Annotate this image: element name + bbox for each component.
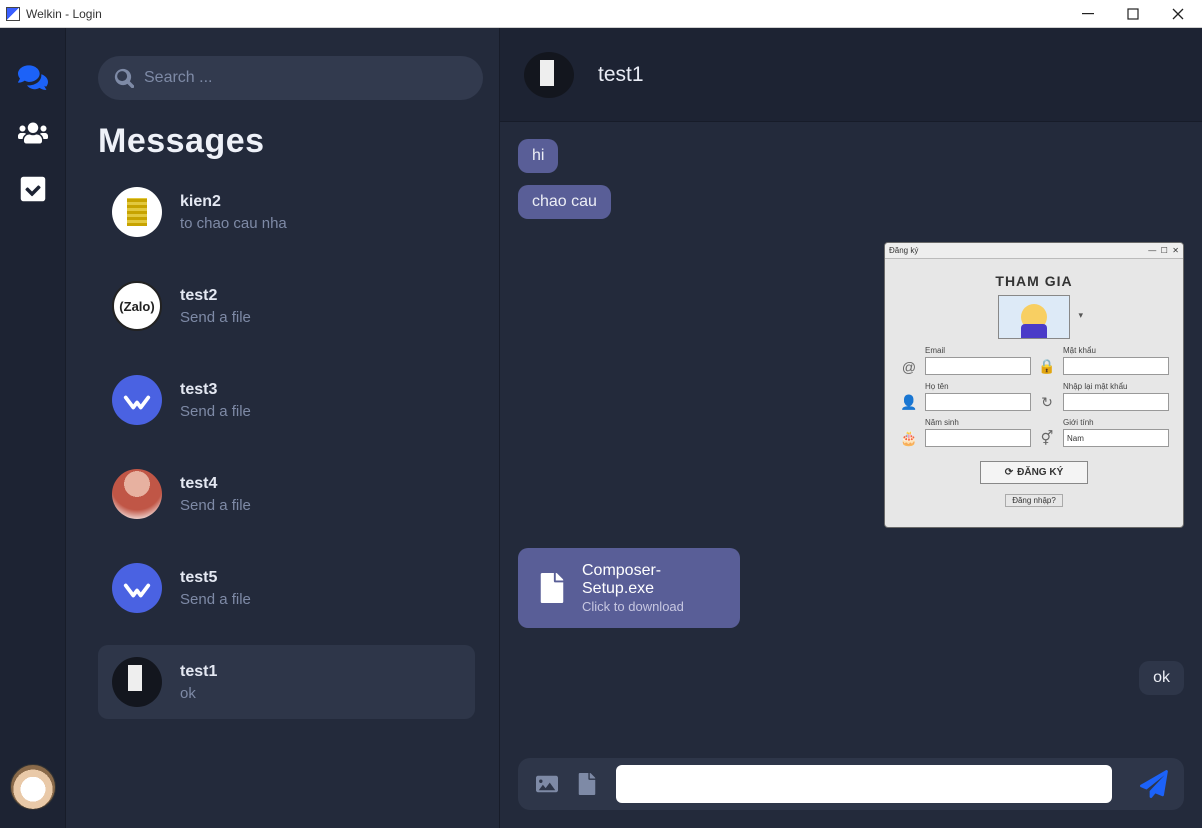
nav-contacts-icon[interactable] bbox=[16, 119, 50, 147]
embedded-avatar-picker bbox=[998, 295, 1070, 339]
window-maximize-button[interactable] bbox=[1110, 1, 1155, 27]
incoming-message: chao cau bbox=[518, 185, 611, 219]
conversations-panel: Messages kien2 to chao cau nha (Zalo) te… bbox=[65, 28, 499, 828]
conversation-preview: ok bbox=[180, 685, 217, 702]
window-close-button[interactable] bbox=[1155, 1, 1200, 27]
file-subtitle: Click to download bbox=[582, 599, 718, 614]
message-composer bbox=[518, 758, 1184, 810]
repeat-icon: ↻ bbox=[1037, 381, 1057, 411]
conversation-preview: to chao cau nha bbox=[180, 215, 287, 232]
avatar-icon bbox=[112, 657, 162, 707]
navigation-rail bbox=[0, 28, 65, 828]
conversation-name: test3 bbox=[180, 381, 251, 399]
app-icon bbox=[6, 7, 20, 21]
chat-messages[interactable]: hi chao cau Đăng ký — ☐ ✕ THAM GIA @ Ema… bbox=[500, 122, 1202, 746]
send-button[interactable] bbox=[1130, 764, 1178, 804]
message-input[interactable] bbox=[616, 765, 1112, 803]
avatar-icon bbox=[112, 375, 162, 425]
nav-tasks-icon[interactable] bbox=[16, 175, 50, 203]
conversation-list[interactable]: kien2 to chao cau nha (Zalo) test2 Send … bbox=[98, 175, 483, 814]
window-title: Welkin - Login bbox=[26, 7, 102, 21]
at-icon: @ bbox=[899, 345, 919, 375]
chat-header: test1 bbox=[500, 28, 1202, 122]
conversation-name: test2 bbox=[180, 287, 251, 305]
outgoing-message: ok bbox=[1139, 661, 1184, 695]
conversation-name: kien2 bbox=[180, 193, 287, 211]
file-icon bbox=[540, 573, 564, 603]
section-title: Messages bbox=[98, 122, 483, 161]
embedded-form-heading: THAM GIA bbox=[899, 273, 1169, 289]
attach-image-button[interactable] bbox=[536, 773, 558, 795]
search-box[interactable] bbox=[98, 56, 483, 100]
conversation-item[interactable]: test5 Send a file bbox=[98, 551, 475, 625]
window-minimize-button[interactable] bbox=[1065, 1, 1110, 27]
current-user-avatar[interactable] bbox=[10, 764, 56, 810]
embedded-login-link: Đăng nhập? bbox=[1005, 494, 1063, 507]
conversation-preview: Send a file bbox=[180, 403, 251, 420]
chat-contact-avatar[interactable] bbox=[524, 52, 574, 98]
conversation-item[interactable]: (Zalo) test2 Send a file bbox=[98, 269, 475, 343]
search-icon bbox=[114, 68, 134, 88]
send-icon bbox=[1140, 770, 1168, 798]
image-attachment[interactable]: Đăng ký — ☐ ✕ THAM GIA @ Email 🔒 Mật khẩ… bbox=[884, 242, 1184, 528]
file-name: Composer-Setup.exe bbox=[582, 562, 718, 598]
avatar-icon bbox=[112, 187, 162, 237]
nav-messages-icon[interactable] bbox=[16, 63, 50, 91]
chat-area: test1 hi chao cau Đăng ký — ☐ ✕ THAM GIA… bbox=[499, 28, 1202, 828]
window-titlebar: Welkin - Login bbox=[0, 0, 1202, 28]
avatar-icon bbox=[112, 563, 162, 613]
conversation-item[interactable]: test1 ok bbox=[98, 645, 475, 719]
conversation-name: test1 bbox=[180, 663, 217, 681]
chat-contact-name: test1 bbox=[598, 63, 644, 87]
cake-icon: 🎂 bbox=[899, 417, 919, 447]
person-icon: 👤 bbox=[899, 381, 919, 411]
conversation-item[interactable]: test4 Send a file bbox=[98, 457, 475, 531]
incoming-message: hi bbox=[518, 139, 558, 173]
attach-file-button[interactable] bbox=[576, 773, 598, 795]
conversation-preview: Send a file bbox=[180, 591, 251, 608]
lock-icon: 🔒 bbox=[1037, 345, 1057, 375]
conversation-preview: Send a file bbox=[180, 497, 251, 514]
conversation-name: test4 bbox=[180, 475, 251, 493]
conversation-preview: Send a file bbox=[180, 309, 251, 326]
search-input[interactable] bbox=[144, 69, 467, 87]
avatar-icon bbox=[112, 469, 162, 519]
embedded-submit-button: ⟳ĐĂNG KÝ bbox=[980, 461, 1089, 484]
conversation-name: test5 bbox=[180, 569, 251, 587]
gender-icon: ⚥ bbox=[1037, 417, 1057, 447]
file-attachment[interactable]: Composer-Setup.exe Click to download bbox=[518, 548, 740, 628]
conversation-item[interactable]: test3 Send a file bbox=[98, 363, 475, 437]
conversation-item[interactable]: kien2 to chao cau nha bbox=[98, 175, 475, 249]
embedded-window-title: Đăng ký bbox=[889, 246, 918, 255]
avatar-icon: (Zalo) bbox=[112, 281, 162, 331]
